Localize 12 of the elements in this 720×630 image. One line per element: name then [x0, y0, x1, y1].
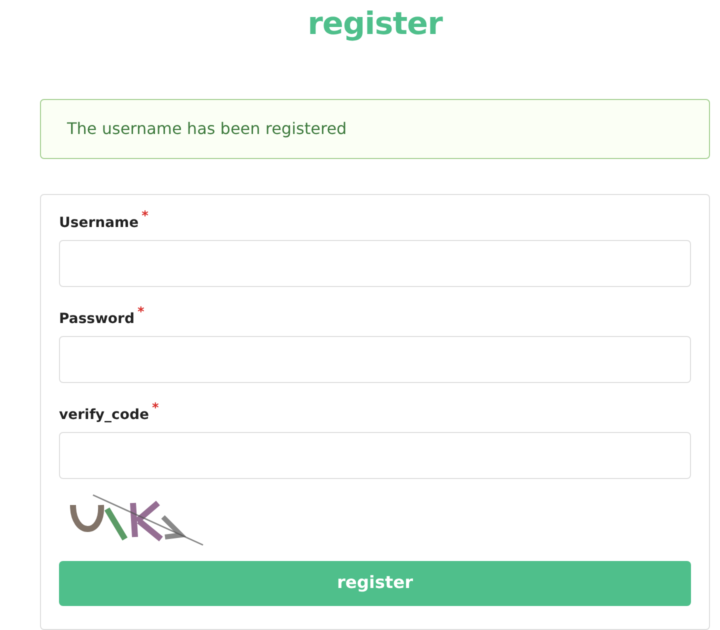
input-field[interactable]	[59, 240, 691, 287]
field-label: Username	[59, 214, 139, 233]
required-mark: *	[137, 306, 144, 319]
required-mark: *	[152, 402, 159, 415]
alert-text: The username has been registered	[67, 118, 347, 140]
register-button[interactable]: register	[59, 561, 691, 606]
required-mark: *	[142, 210, 148, 223]
field-label: Password	[59, 310, 134, 329]
input-field[interactable]	[59, 336, 691, 383]
field-label: verify_code	[59, 406, 149, 425]
input-field[interactable]	[59, 432, 691, 479]
page-title: register	[306, 5, 444, 44]
